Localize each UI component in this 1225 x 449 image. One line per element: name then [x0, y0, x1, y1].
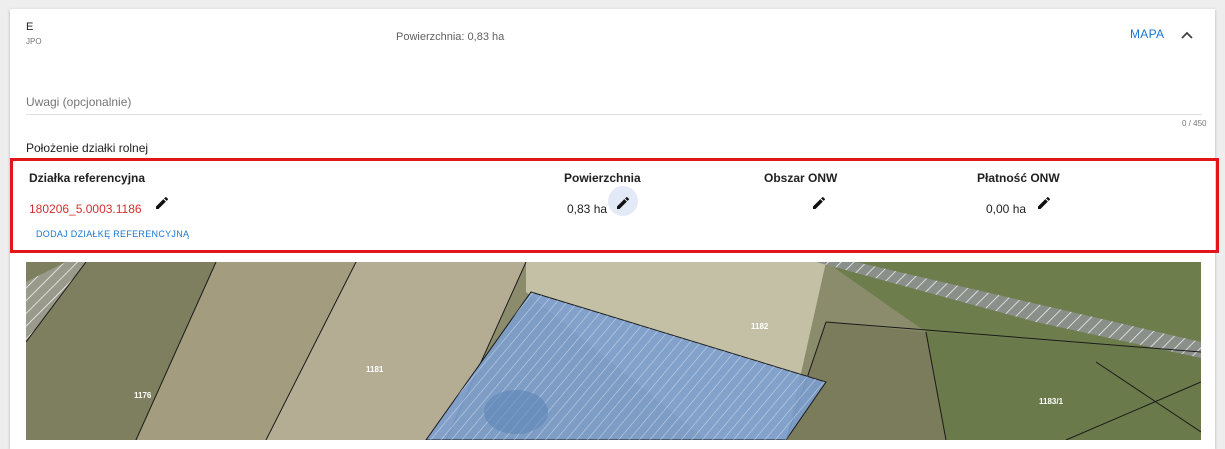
parcel-subcode: JPO: [26, 37, 42, 46]
column-header-onw-area: Obszar ONW: [764, 171, 838, 185]
chevron-up-icon[interactable]: [1180, 29, 1194, 41]
location-section-title: Położenie działki rolnej: [26, 141, 149, 155]
add-reference-parcel-button[interactable]: DODAJ DZIAŁKĘ REFERENCYJNĄ: [36, 229, 189, 239]
map-label-1176: 1176: [134, 391, 152, 400]
map-button[interactable]: MAPA: [1130, 27, 1164, 41]
parcel-area-summary: Powierzchnia: 0,83 ha: [396, 31, 505, 43]
map-label-1183-1: 1183/1: [1039, 397, 1064, 406]
parcel-map[interactable]: 1176 1181 1182 1183/1: [26, 262, 1201, 440]
edit-parcel-pencil-icon[interactable]: [154, 195, 170, 211]
parcel-code: E: [26, 21, 34, 33]
edit-onw-payment-pencil-icon[interactable]: [1036, 195, 1052, 211]
notes-input[interactable]: [26, 89, 1202, 115]
edit-area-pencil-icon[interactable]: [615, 195, 631, 211]
parcel-card: E JPO Powierzchnia: 0,83 ha MAPA 0 / 450…: [10, 9, 1219, 449]
notes-char-counter: 0 / 450: [1182, 119, 1207, 128]
area-value: 0,83 ha: [567, 202, 608, 216]
column-header-reference-parcel: Działka referencyjna: [29, 171, 146, 185]
map-label-1181: 1181: [366, 365, 384, 374]
edit-onw-area-pencil-icon[interactable]: [811, 195, 827, 211]
column-header-area: Powierzchnia: [564, 171, 641, 185]
onw-payment-value: 0,00 ha: [986, 202, 1027, 216]
column-header-onw-payment: Płatność ONW: [977, 171, 1060, 185]
reference-parcel-link[interactable]: 180206_5.0003.1186: [29, 202, 142, 216]
map-label-1182: 1182: [751, 322, 769, 331]
